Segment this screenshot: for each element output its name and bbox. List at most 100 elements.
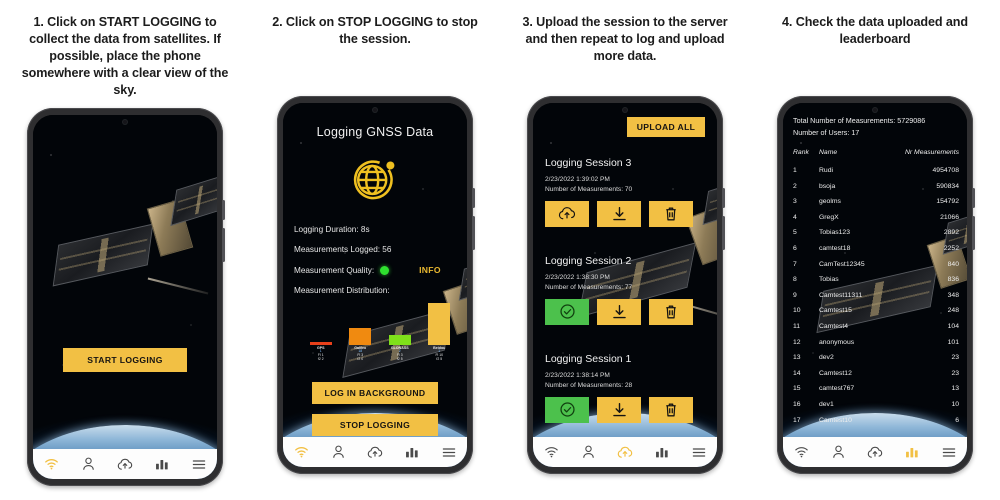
cell-measurements: 10 bbox=[951, 400, 959, 408]
step-column-2: 2. Click on STOP LOGGING to stop the ses… bbox=[250, 0, 500, 500]
table-row[interactable]: 3 geolms 154792 bbox=[793, 198, 959, 214]
step-caption-2: 2. Click on STOP LOGGING to stop the ses… bbox=[272, 15, 478, 46]
session-delete-button[interactable] bbox=[649, 298, 693, 325]
upload-all-button[interactable]: UPLOAD ALL bbox=[627, 117, 705, 137]
bottom-nav-4 bbox=[783, 437, 967, 467]
session-download-button[interactable] bbox=[597, 298, 641, 325]
nav-menu-icon[interactable] bbox=[692, 447, 706, 458]
phone-mockup-4: Total Number of Measurements: 5729086 Nu… bbox=[777, 96, 975, 474]
nav-cloud-upload-icon[interactable] bbox=[117, 458, 133, 471]
nav-wifi-icon[interactable] bbox=[794, 446, 809, 458]
table-row[interactable]: 16 dev1 10 bbox=[793, 401, 959, 417]
session-measurements: Number of Measurements: 77 bbox=[545, 283, 633, 291]
table-row[interactable]: 17 Camtest10 6 bbox=[793, 417, 959, 433]
table-row[interactable]: 11 Camtest4 104 bbox=[793, 323, 959, 339]
nav-wifi-icon[interactable] bbox=[294, 446, 309, 458]
nav-bar-chart-icon[interactable] bbox=[405, 446, 419, 459]
session-uploaded-status-button[interactable] bbox=[545, 298, 589, 325]
logging-duration: Logging Duration: 8s bbox=[294, 225, 370, 234]
step-column-4: 4. Check the data uploaded and leaderboa… bbox=[750, 0, 1000, 500]
cell-measurements: 6 bbox=[955, 416, 959, 424]
table-row[interactable]: 13 dev2 23 bbox=[793, 354, 959, 370]
leaderboard-table: Rank Name Nr Measurements 1 Rudi 4954708 2… bbox=[793, 149, 959, 432]
cell-name: geolms bbox=[819, 198, 841, 206]
session-actions bbox=[545, 298, 707, 325]
table-row[interactable]: 5 Tobias123 2892 bbox=[793, 229, 959, 245]
step-column-1: 1. Click on START LOGGING to collect the… bbox=[0, 0, 250, 500]
bottom-nav-2 bbox=[283, 437, 467, 467]
session-title: Logging Session 2 bbox=[545, 255, 632, 267]
nav-bar-chart-icon[interactable] bbox=[155, 458, 169, 471]
cell-measurements: 4954708 bbox=[932, 167, 959, 174]
cell-name: dev1 bbox=[819, 400, 834, 408]
bottom-nav-3 bbox=[533, 437, 717, 467]
session-delete-button[interactable] bbox=[649, 200, 693, 227]
cell-name: bsoja bbox=[819, 182, 836, 190]
nav-cloud-upload-icon[interactable] bbox=[617, 446, 633, 459]
table-row[interactable]: 15 camtest767 13 bbox=[793, 385, 959, 401]
session-upload-button[interactable] bbox=[545, 200, 589, 227]
table-row[interactable]: 10 Camtest15 248 bbox=[793, 307, 959, 323]
nav-person-icon[interactable] bbox=[582, 445, 595, 459]
session-timestamp: 2/23/2022 1:38:14 PM bbox=[545, 372, 610, 379]
label-f2: f2 0 bbox=[357, 356, 364, 361]
table-row[interactable]: 2 bsoja 590834 bbox=[793, 183, 959, 199]
session-download-button[interactable] bbox=[597, 396, 641, 423]
table-row[interactable]: 14 Camtest12 23 bbox=[793, 370, 959, 386]
phone-mockup-1: START LOGGING bbox=[27, 108, 225, 486]
logging-session-card: Logging Session 2 2/23/2022 1:38:30 PM N… bbox=[545, 255, 707, 325]
chart-axis-labels: GPS 1 Fl 1 f2 2 Galileo 18 Fl 3 f2 0 GLO… bbox=[301, 346, 459, 372]
stop-logging-button[interactable]: STOP LOGGING bbox=[312, 414, 438, 436]
cell-rank: 5 bbox=[793, 229, 797, 237]
nav-menu-icon[interactable] bbox=[192, 459, 206, 470]
nav-wifi-icon[interactable] bbox=[544, 446, 559, 458]
start-logging-button[interactable]: START LOGGING bbox=[63, 348, 187, 372]
cell-measurements: 2252 bbox=[943, 244, 959, 252]
nav-cloud-upload-icon[interactable] bbox=[867, 446, 883, 459]
cell-rank: 6 bbox=[793, 244, 797, 252]
table-row[interactable]: 8 Tobias 836 bbox=[793, 276, 959, 292]
tutorial-board: 1. Click on START LOGGING to collect the… bbox=[0, 0, 1000, 500]
cell-measurements: 21066 bbox=[940, 213, 959, 221]
session-download-button[interactable] bbox=[597, 200, 641, 227]
nav-person-icon[interactable] bbox=[832, 445, 845, 459]
cell-measurements: 101 bbox=[947, 338, 959, 346]
session-meta: 2/23/2022 1:38:30 PM Number of Measureme… bbox=[545, 273, 707, 293]
nav-menu-icon[interactable] bbox=[942, 447, 956, 458]
cell-rank: 11 bbox=[793, 322, 801, 330]
session-delete-button[interactable] bbox=[649, 396, 693, 423]
nav-person-icon[interactable] bbox=[82, 457, 95, 471]
phone-side-button bbox=[972, 188, 975, 208]
cell-rank: 8 bbox=[793, 276, 797, 284]
bar-glonass bbox=[388, 335, 411, 345]
table-row[interactable]: 4 GregX 21066 bbox=[793, 214, 959, 230]
nav-menu-icon[interactable] bbox=[442, 447, 456, 458]
nav-cloud-upload-icon[interactable] bbox=[367, 446, 383, 459]
cell-measurements: 2892 bbox=[943, 229, 959, 237]
front-camera bbox=[123, 120, 127, 124]
step-column-3: 3. Upload the session to the server and … bbox=[500, 0, 750, 500]
cell-rank: 7 bbox=[793, 260, 797, 268]
measurement-quality-label: Measurement Quality: bbox=[294, 265, 375, 275]
cell-measurements: 23 bbox=[951, 369, 959, 377]
front-camera bbox=[873, 108, 877, 112]
cell-rank: 4 bbox=[793, 213, 797, 221]
phone-side-button bbox=[222, 200, 225, 220]
nav-wifi-icon[interactable] bbox=[44, 458, 59, 470]
nav-person-icon[interactable] bbox=[332, 445, 345, 459]
table-row[interactable]: 1 Rudi 4954708 bbox=[793, 167, 959, 183]
leaderboard-summary: Total Number of Measurements: 5729086 Nu… bbox=[793, 115, 959, 138]
table-row[interactable]: 9 Camtest11311 348 bbox=[793, 292, 959, 308]
nav-bar-chart-icon[interactable] bbox=[655, 446, 669, 459]
table-row[interactable]: 6 camtest18 2252 bbox=[793, 245, 959, 261]
table-row[interactable]: 7 CamTest12345 840 bbox=[793, 261, 959, 277]
session-timestamp: 2/23/2022 1:39:02 PM bbox=[545, 176, 610, 183]
log-in-background-button[interactable]: LOG IN BACKGROUND bbox=[312, 382, 438, 404]
table-row[interactable]: 12 anonymous 101 bbox=[793, 339, 959, 355]
session-uploaded-status-button[interactable] bbox=[545, 396, 589, 423]
globe-satellite-icon bbox=[347, 151, 403, 212]
phone-screen-2: Logging GNSS Data Logging Duration: 8s M… bbox=[283, 103, 467, 467]
cell-name: Rudi bbox=[819, 167, 833, 174]
info-button[interactable]: INFO bbox=[419, 265, 441, 275]
nav-bar-chart-icon[interactable] bbox=[905, 446, 919, 459]
